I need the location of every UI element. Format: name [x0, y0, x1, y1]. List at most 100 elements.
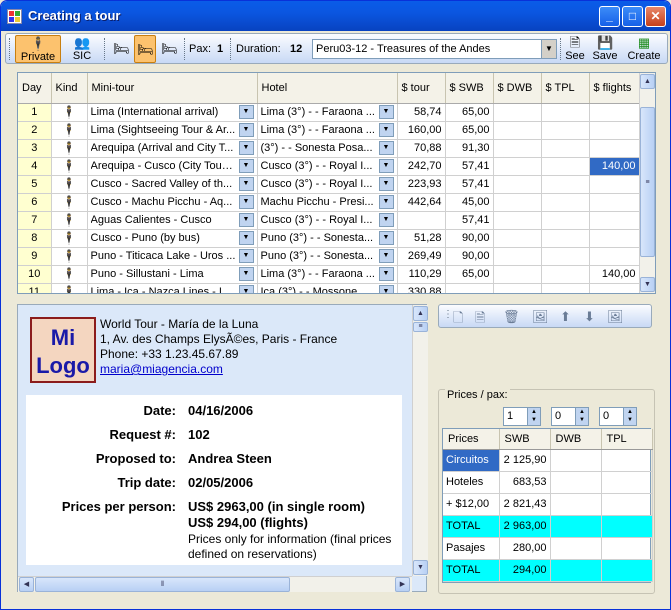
prices-row[interactable]: + $12,00 2 821,43: [443, 493, 653, 516]
day-cell[interactable]: 8: [18, 229, 52, 248]
chevron-down-icon[interactable]: ▼: [378, 123, 394, 137]
prices-swb-cell[interactable]: 280,00: [499, 537, 551, 560]
scroll-right-icon[interactable]: ▶: [395, 577, 410, 592]
hotel-cell[interactable]: Lima (3°) - - Faraona ... ▼: [257, 265, 398, 284]
preview-horizontal-scrollbar[interactable]: ◀ ⦀ ▶: [18, 576, 412, 592]
chevron-down-icon[interactable]: ▼: [378, 141, 394, 155]
kind-cell[interactable]: 🕴: [51, 121, 88, 140]
tour-price-cell[interactable]: 58,74: [397, 103, 446, 122]
grid-row[interactable]: 8 🕴 Cusco - Puno (by bus) ▼ Puno (3°) - - So…: [18, 229, 640, 248]
dwb-price-cell[interactable]: [493, 139, 542, 158]
day-cell[interactable]: 4: [18, 157, 52, 176]
prices-dwb-cell[interactable]: [550, 537, 602, 560]
grid-header-cell[interactable]: Hotel: [257, 73, 398, 104]
dwb-price-cell[interactable]: [493, 265, 542, 284]
tpl-price-cell[interactable]: [541, 193, 590, 212]
chevron-down-icon[interactable]: ▼: [378, 231, 394, 245]
prices-label-cell[interactable]: + $12,00: [443, 493, 500, 516]
grid-row[interactable]: 9 🕴 Puno - Titicaca Lake - Uros ... ▼ Puno (…: [18, 247, 640, 266]
trash-icon[interactable]: 🗑: [503, 309, 520, 325]
tour-select[interactable]: Peru03-12 - Treasures of the Andes ▼: [312, 39, 557, 59]
tour-price-cell[interactable]: 269,49: [397, 247, 446, 266]
prices-dwb-cell[interactable]: [550, 515, 602, 538]
dwb-price-cell[interactable]: [493, 193, 542, 212]
scroll-thumb[interactable]: ⦀: [35, 577, 290, 592]
tpl-price-cell[interactable]: [541, 247, 590, 266]
flights-price-cell[interactable]: [589, 283, 640, 293]
flights-price-cell[interactable]: [589, 139, 640, 158]
tpl-price-cell[interactable]: [541, 103, 590, 122]
minitour-cell[interactable]: Cusco - Machu Picchu - Aq... ▼: [87, 193, 258, 212]
hotel-cell[interactable]: Ica (3°) - - Mossone ... ▼: [257, 283, 398, 293]
tour-price-cell[interactable]: [397, 211, 446, 230]
preview-vertical-scrollbar[interactable]: ▲ ≡ ▼: [412, 305, 428, 576]
dwb-price-cell[interactable]: [493, 157, 542, 176]
swb-price-cell[interactable]: 65,00: [445, 103, 494, 122]
minitour-cell[interactable]: Cusco - Puno (by bus) ▼: [87, 229, 258, 248]
kind-cell[interactable]: 🕴: [51, 283, 88, 293]
see-button[interactable]: 🗎 See: [562, 35, 588, 63]
flights-price-cell[interactable]: [589, 175, 640, 194]
scroll-left-icon[interactable]: ◀: [19, 577, 34, 592]
tour-price-cell[interactable]: 242,70: [397, 157, 446, 176]
picture-icon[interactable]: 🖼: [532, 309, 549, 325]
prices-tpl-cell[interactable]: [601, 515, 653, 538]
title-bar[interactable]: Creating a tour _ □ ✕: [1, 1, 670, 31]
prices-swb-cell[interactable]: 2 125,90: [499, 449, 551, 472]
grid-header-cell[interactable]: $ flights: [589, 73, 640, 104]
prices-row[interactable]: Hoteles 683,53: [443, 471, 653, 494]
grid-row[interactable]: 6 🕴 Cusco - Machu Picchu - Aq... ▼ Machu Pic…: [18, 193, 640, 212]
sic-button[interactable]: 👥 SIC: [64, 35, 100, 63]
chevron-down-icon[interactable]: ▼: [238, 285, 254, 293]
chevron-down-icon[interactable]: ▼: [378, 285, 394, 293]
prices-dwb-cell[interactable]: [550, 493, 602, 516]
itinerary-grid[interactable]: Day Kind Mini-tour Hotel $ tour $ SWB $ DWB $ T…: [17, 72, 656, 294]
prices-label-cell[interactable]: Pasajes: [443, 537, 500, 560]
prices-tpl-cell[interactable]: [601, 493, 653, 516]
kind-cell[interactable]: 🕴: [51, 247, 88, 266]
grid-row[interactable]: 11 🕴 Lima - Ica - Nazca Lines - Ic... ▼ Ica …: [18, 283, 640, 293]
day-cell[interactable]: 11: [18, 283, 52, 293]
swb-price-cell[interactable]: 65,00: [445, 121, 494, 140]
tpl-price-cell[interactable]: [541, 157, 590, 176]
kind-cell[interactable]: 🕴: [51, 265, 88, 284]
triple-room-button[interactable]: 🛏: [158, 35, 180, 63]
chevron-down-icon[interactable]: ▼: [238, 249, 254, 263]
double-room-button[interactable]: 🛏: [134, 35, 156, 63]
grid-row[interactable]: 3 🕴 Arequipa (Arrival and City T... ▼ (3°) …: [18, 139, 640, 158]
tpl-spinner[interactable]: 0 ▲ ▼: [599, 407, 637, 426]
minitour-cell[interactable]: Puno - Sillustani - Lima ▼: [87, 265, 258, 284]
tpl-price-cell[interactable]: [541, 265, 590, 284]
prices-label-cell[interactable]: Circuitos: [443, 449, 500, 472]
prices-table[interactable]: Prices SWB DWB TPL Circuitos 2 125,90 Hoteles…: [442, 428, 653, 583]
image-settings-icon[interactable]: 🖼: [607, 309, 624, 325]
chevron-down-icon[interactable]: ▼: [238, 177, 254, 191]
chevron-down-icon[interactable]: ▼: [238, 195, 254, 209]
minitour-cell[interactable]: Aguas Calientes - Cusco ▼: [87, 211, 258, 230]
chevron-down-icon[interactable]: ▼: [541, 40, 556, 58]
minitour-cell[interactable]: Puno - Titicaca Lake - Uros ... ▼: [87, 247, 258, 266]
swb-price-cell[interactable]: 57,41: [445, 211, 494, 230]
grid-row[interactable]: 4 🕴 Arequipa - Cusco (City Tour ... ▼ Cusco …: [18, 157, 640, 176]
minitour-cell[interactable]: Arequipa - Cusco (City Tour ... ▼: [87, 157, 258, 176]
chevron-down-icon[interactable]: ▼: [238, 213, 254, 227]
tour-price-cell[interactable]: 51,28: [397, 229, 446, 248]
swb-price-cell[interactable]: 90,00: [445, 229, 494, 248]
minitour-cell[interactable]: Lima - Ica - Nazca Lines - Ic... ▼: [87, 283, 258, 293]
grid-vertical-scrollbar[interactable]: ▲ ≡ ▼: [639, 73, 655, 293]
prices-swb-cell[interactable]: 2 821,43: [499, 493, 551, 516]
prices-tpl-cell[interactable]: [601, 537, 653, 560]
flights-price-cell[interactable]: [589, 211, 640, 230]
grid-row[interactable]: 7 🕴 Aguas Calientes - Cusco ▼ Cusco (3°) - -…: [18, 211, 640, 230]
tpl-price-cell[interactable]: [541, 211, 590, 230]
grid-header-cell[interactable]: $ DWB: [493, 73, 542, 104]
hotel-cell[interactable]: Puno (3°) - - Sonesta... ▼: [257, 247, 398, 266]
scroll-down-icon[interactable]: ▼: [413, 560, 428, 575]
arrow-up-icon[interactable]: ⬆: [560, 309, 571, 325]
kind-cell[interactable]: 🕴: [51, 193, 88, 212]
kind-cell[interactable]: 🕴: [51, 211, 88, 230]
chevron-down-icon[interactable]: ▼: [378, 159, 394, 173]
grid-header-cell[interactable]: Mini-tour: [87, 73, 258, 104]
dwb-price-cell[interactable]: [493, 103, 542, 122]
scroll-up-icon[interactable]: ▲: [640, 74, 655, 89]
